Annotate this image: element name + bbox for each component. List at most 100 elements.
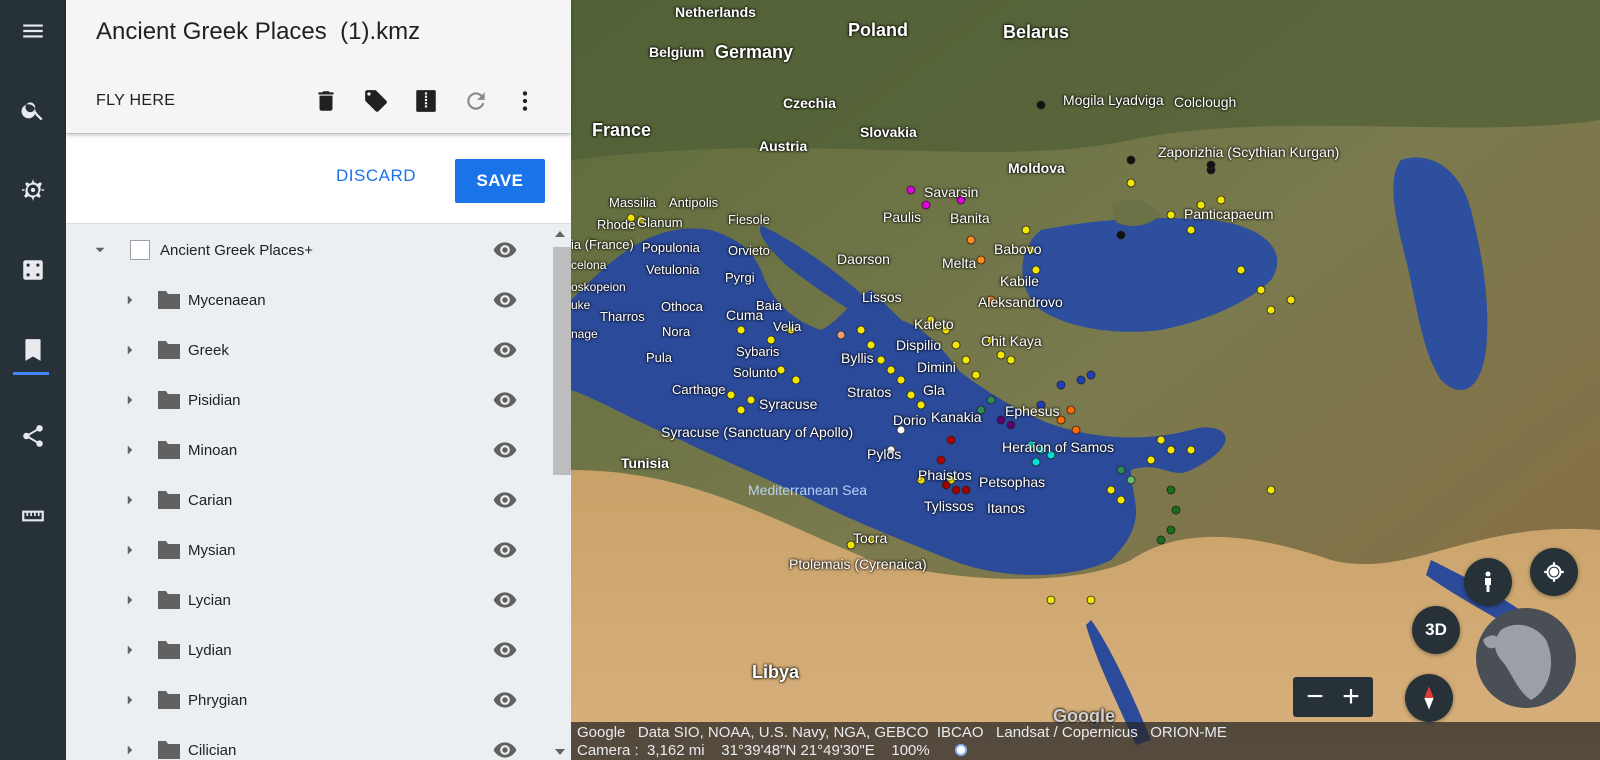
visibility-eye-icon[interactable] — [490, 735, 520, 760]
site-marker[interactable] — [1086, 370, 1096, 380]
site-marker[interactable] — [766, 335, 776, 345]
site-marker[interactable] — [1256, 285, 1266, 295]
site-marker[interactable] — [1116, 495, 1126, 505]
site-marker[interactable] — [1076, 375, 1086, 385]
caret-down-icon[interactable] — [90, 240, 110, 260]
site-marker[interactable] — [726, 390, 736, 400]
site-marker[interactable] — [1116, 465, 1126, 475]
site-marker[interactable] — [966, 235, 976, 245]
globe-minimap[interactable] — [1476, 608, 1576, 708]
visibility-eye-icon[interactable] — [490, 235, 520, 265]
site-marker[interactable] — [1146, 455, 1156, 465]
dice-icon[interactable] — [13, 250, 53, 290]
search-icon[interactable] — [13, 90, 53, 130]
site-marker[interactable] — [1156, 435, 1166, 445]
tree-folder-row[interactable]: Phrygian — [66, 675, 548, 725]
tree-folder-row[interactable]: Greek — [66, 325, 548, 375]
site-marker[interactable] — [1086, 595, 1096, 605]
site-marker[interactable] — [951, 485, 961, 495]
globe-map-view[interactable]: Netherlands Belgium Germany Poland Belar… — [571, 0, 1600, 760]
site-marker[interactable] — [996, 350, 1006, 360]
caret-right-icon[interactable] — [120, 690, 140, 710]
site-marker[interactable] — [1116, 230, 1126, 240]
site-marker[interactable] — [1006, 355, 1016, 365]
tree-folder-row[interactable]: Mycenaean — [66, 275, 548, 325]
caret-right-icon[interactable] — [120, 740, 140, 760]
kmz-file-icon[interactable] — [411, 86, 441, 116]
site-marker[interactable] — [1106, 485, 1116, 495]
site-marker[interactable] — [1066, 405, 1076, 415]
tree-folder-row[interactable]: Lydian — [66, 625, 548, 675]
site-marker[interactable] — [1266, 305, 1276, 315]
site-marker[interactable] — [1126, 155, 1136, 165]
visibility-eye-icon[interactable] — [490, 335, 520, 365]
site-marker[interactable] — [1186, 225, 1196, 235]
site-marker[interactable] — [1046, 595, 1056, 605]
site-marker[interactable] — [746, 395, 756, 405]
site-marker[interactable] — [951, 340, 961, 350]
tree-folder-row[interactable]: Lycian — [66, 575, 548, 625]
bookmark-icon[interactable] — [13, 330, 53, 370]
site-marker[interactable] — [916, 400, 926, 410]
site-marker[interactable] — [856, 325, 866, 335]
caret-right-icon[interactable] — [120, 590, 140, 610]
tree-folder-row[interactable]: Carian — [66, 475, 548, 525]
site-marker[interactable] — [886, 365, 896, 375]
visibility-eye-icon[interactable] — [490, 385, 520, 415]
panel-scrollbar[interactable] — [548, 225, 571, 760]
site-marker[interactable] — [906, 185, 916, 195]
site-marker[interactable] — [921, 200, 931, 210]
voyager-wheel-icon[interactable] — [13, 170, 53, 210]
site-marker[interactable] — [1166, 485, 1176, 495]
site-marker[interactable] — [1056, 380, 1066, 390]
more-vert-icon[interactable] — [510, 86, 540, 116]
site-marker[interactable] — [896, 375, 906, 385]
compass-icon[interactable] — [1405, 674, 1453, 722]
site-marker[interactable] — [971, 370, 981, 380]
site-marker[interactable] — [866, 340, 876, 350]
site-marker[interactable] — [961, 485, 971, 495]
scroll-up-arrow[interactable] — [555, 231, 565, 237]
caret-right-icon[interactable] — [120, 290, 140, 310]
ruler-icon[interactable] — [13, 496, 53, 536]
site-marker[interactable] — [736, 405, 746, 415]
caret-right-icon[interactable] — [120, 490, 140, 510]
visibility-eye-icon[interactable] — [490, 435, 520, 465]
tree-root-row[interactable]: Ancient Greek Places+ — [66, 225, 548, 275]
site-marker[interactable] — [1166, 210, 1176, 220]
caret-right-icon[interactable] — [120, 540, 140, 560]
site-marker[interactable] — [1166, 445, 1176, 455]
site-marker[interactable] — [1171, 505, 1181, 515]
site-marker[interactable] — [736, 325, 746, 335]
menu-icon[interactable] — [13, 11, 53, 51]
site-marker[interactable] — [791, 375, 801, 385]
save-button[interactable]: SAVE — [455, 159, 545, 203]
visibility-eye-icon[interactable] — [490, 685, 520, 715]
visibility-eye-icon[interactable] — [490, 535, 520, 565]
toggle-3d-button[interactable]: 3D — [1412, 606, 1460, 654]
site-marker[interactable] — [1126, 475, 1136, 485]
fly-here-button[interactable]: FLY HERE — [96, 92, 175, 110]
visibility-eye-icon[interactable] — [490, 585, 520, 615]
discard-button[interactable]: DISCARD — [336, 166, 416, 186]
site-marker[interactable] — [986, 395, 996, 405]
site-marker[interactable] — [1166, 525, 1176, 535]
scroll-down-arrow[interactable] — [555, 749, 565, 755]
caret-right-icon[interactable] — [120, 440, 140, 460]
caret-right-icon[interactable] — [120, 390, 140, 410]
site-marker[interactable] — [961, 355, 971, 365]
street-view-pegman-icon[interactable] — [1464, 558, 1512, 606]
tree-folder-row[interactable]: Minoan — [66, 425, 548, 475]
site-marker[interactable] — [1286, 295, 1296, 305]
site-marker[interactable] — [1126, 178, 1136, 188]
site-marker[interactable] — [1021, 225, 1031, 235]
site-marker[interactable] — [946, 435, 956, 445]
site-marker[interactable] — [1156, 535, 1166, 545]
tree-folder-row[interactable]: Cilician — [66, 725, 548, 760]
share-icon[interactable] — [13, 416, 53, 456]
trash-icon[interactable] — [311, 86, 341, 116]
visibility-eye-icon[interactable] — [490, 485, 520, 515]
site-marker[interactable] — [1266, 485, 1276, 495]
visibility-eye-icon[interactable] — [490, 285, 520, 315]
tag-icon[interactable] — [361, 86, 391, 116]
